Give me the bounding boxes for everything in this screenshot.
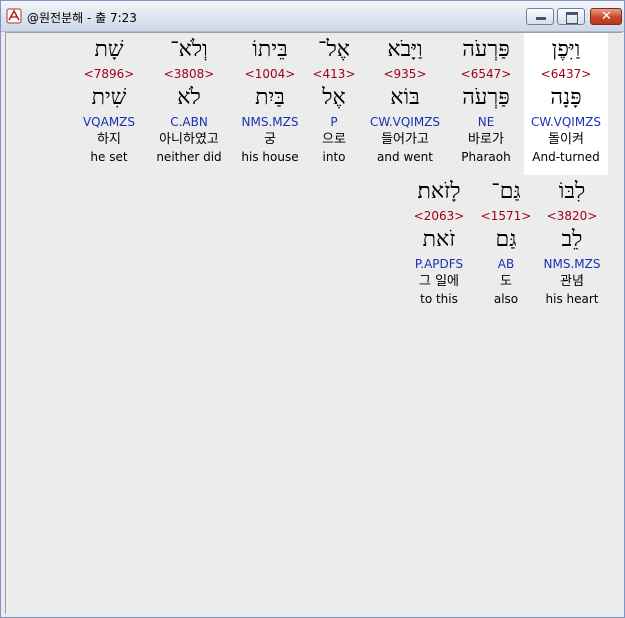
korean-gloss: 아니하였고 [159,132,219,147]
close-icon: ✕ [601,9,612,24]
maximize-icon [566,12,578,24]
english-gloss: Pharaoh [461,150,511,164]
hebrew-word: שָׁת [94,37,124,62]
minimize-button[interactable] [526,8,554,25]
parsing-code: VQAMZS [82,115,136,129]
strong-number[interactable]: <7896> [67,66,151,82]
strong-number[interactable]: <6547> [444,66,528,82]
english-gloss: to this [420,292,458,306]
minimize-icon [536,17,546,20]
hebrew-lemma: לֹא [177,85,201,110]
english-gloss: neither did [156,150,222,164]
title-bar[interactable]: @원전분해 - 출 7:23 ✕ [1,1,624,32]
hebrew-word: וַיִּפֶן [551,37,581,62]
hebrew-lemma: שִׁית [91,85,127,110]
strong-number[interactable]: <1004> [228,66,312,82]
hebrew-lemma: פַּרְעֹה [462,85,510,110]
hebrew-word: לָזֹאת׃ [417,179,461,204]
english-gloss: And-turned [532,150,600,164]
strong-number[interactable]: <6437> [524,66,608,82]
maximize-button[interactable] [557,8,585,25]
hebrew-lemma: פָּנָה [550,85,582,110]
app-window: @원전분해 - 출 7:23 ✕ וַיִּפֶן <6437> פָּנָה … [0,0,625,618]
korean-gloss: 바로가 [468,132,504,147]
korean-gloss: 궁 [264,132,276,147]
hebrew-lemma: בַּיִת [255,85,285,110]
hebrew-lemma: זֹאת [422,227,456,252]
english-gloss: his house [241,150,299,164]
parsing-code: NE [477,115,495,129]
korean-gloss: 그 일에 [418,274,459,289]
hebrew-word: בֵּיתוֹ [252,37,288,62]
parsing-code: P.APDFS [414,257,464,271]
english-gloss: he set [90,150,128,164]
korean-gloss: 돌이켜 [548,132,584,147]
hebrew-word: פַּרְעֹה [462,37,510,62]
word-card[interactable]: וַיִּפֶן <6437> פָּנָה CW.VQIMZS 돌이켜 And… [524,33,608,175]
app-logo-icon [6,8,22,24]
strong-number[interactable]: <2063> [397,208,481,224]
parsing-code: CW.VQIMZS [530,115,602,129]
interlinear-panel: וַיִּפֶן <6437> פָּנָה CW.VQIMZS 돌이켜 And… [5,32,622,614]
close-button[interactable]: ✕ [590,8,622,25]
parsing-code: C.ABN [170,115,208,129]
hebrew-word: וְלֹא־ [170,37,208,62]
window-title: @원전분해 - 출 7:23 [27,11,137,25]
parsing-code: NMS.MZS [241,115,299,129]
strong-number[interactable]: <3808> [147,66,231,82]
korean-gloss: 하지 [97,132,121,147]
